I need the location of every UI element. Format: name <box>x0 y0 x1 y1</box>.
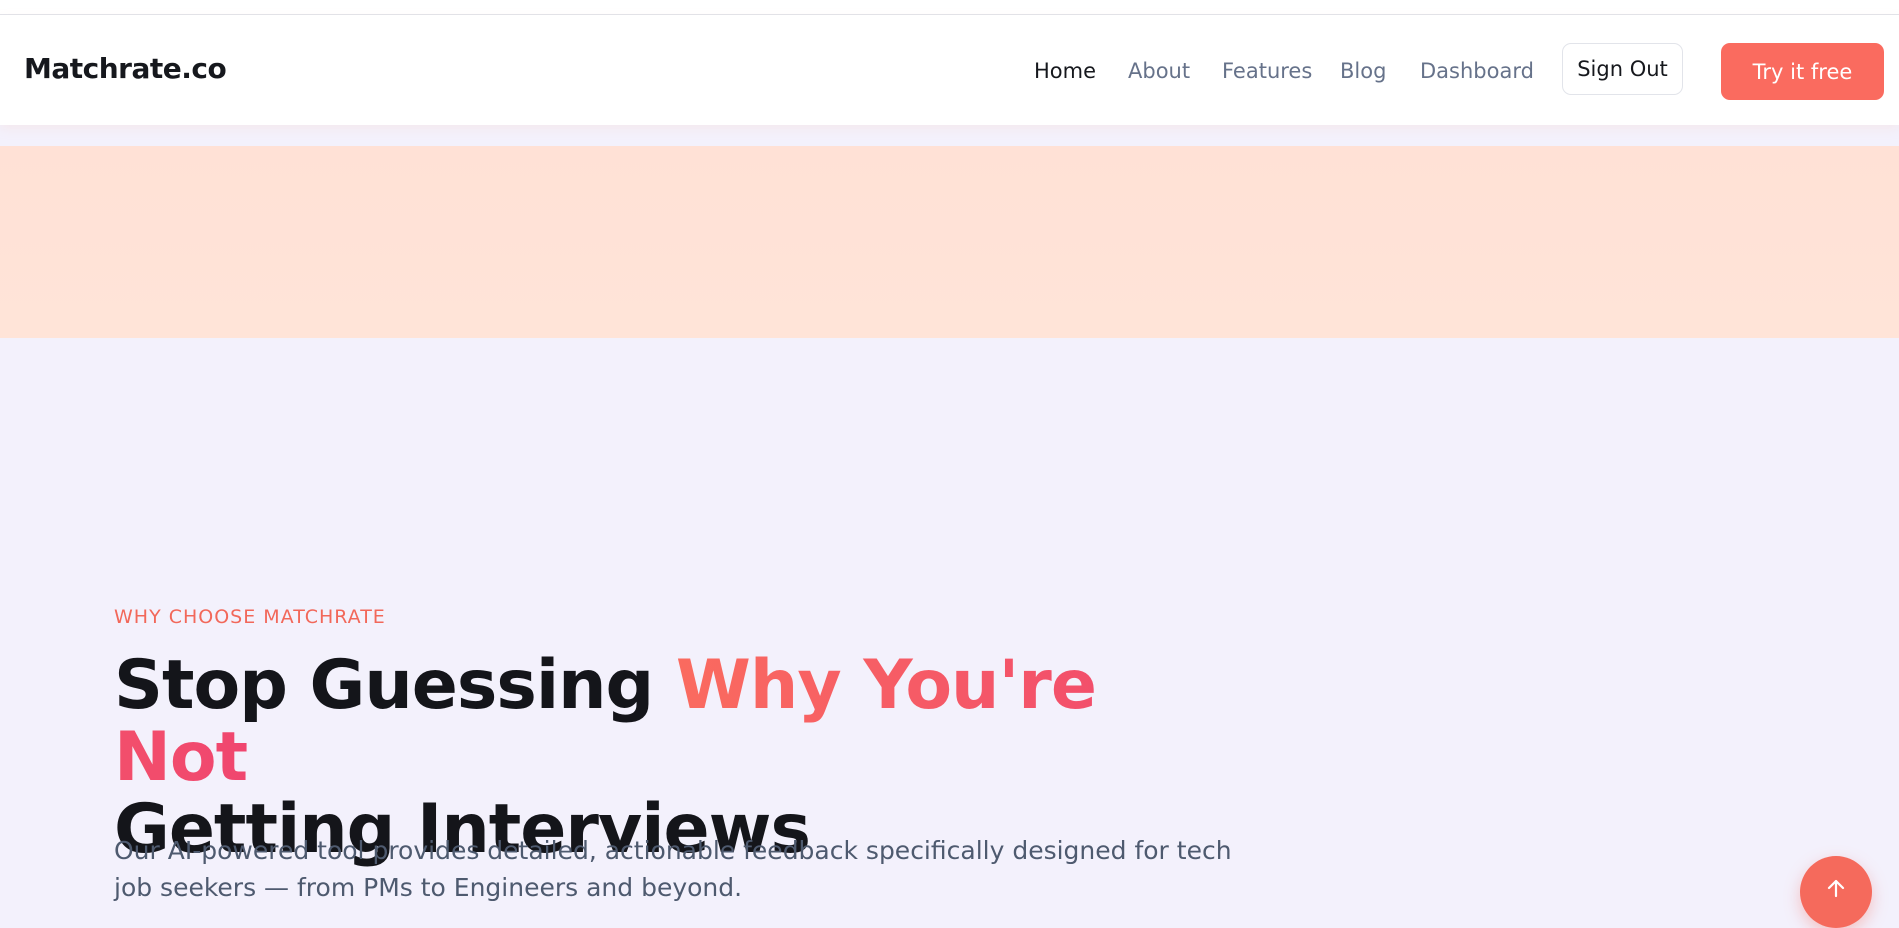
nav-link-home[interactable]: Home <box>1034 59 1096 83</box>
hero-banner <box>0 146 1899 338</box>
section-eyebrow: WHY CHOOSE MATCHRATE <box>114 606 386 628</box>
headline-plain: Stop Guessing <box>114 646 676 725</box>
try-it-free-button[interactable]: Try it free <box>1721 43 1884 100</box>
browser-top-edge <box>0 0 1899 15</box>
scroll-to-top-button[interactable] <box>1800 856 1872 928</box>
site-header: Matchrate.co Home About Features Blog Da… <box>0 15 1899 125</box>
nav-link-about[interactable]: About <box>1128 59 1190 83</box>
site-logo[interactable]: Matchrate.co <box>24 52 227 85</box>
nav-link-blog[interactable]: Blog <box>1340 59 1386 83</box>
arrow-up-icon <box>1827 879 1845 898</box>
nav-link-features[interactable]: Features <box>1222 59 1312 83</box>
sign-out-button[interactable]: Sign Out <box>1562 43 1683 95</box>
nav-link-dashboard[interactable]: Dashboard <box>1420 59 1534 83</box>
